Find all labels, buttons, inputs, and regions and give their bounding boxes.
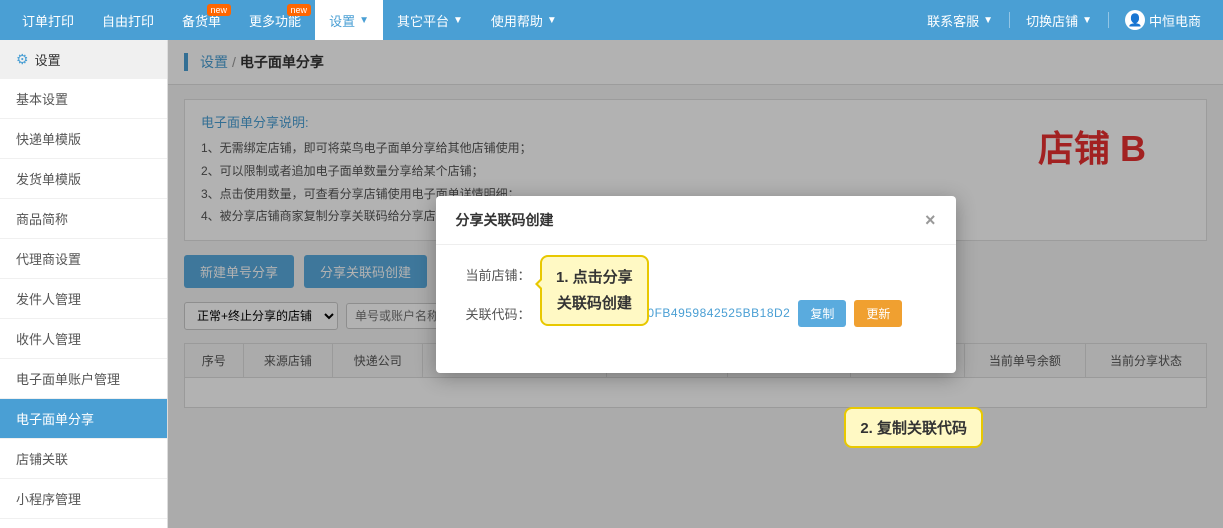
nav-service[interactable]: 联系客服 ▼: [913, 0, 1007, 40]
settings-chevron-icon: ▼: [359, 15, 369, 26]
service-chevron-icon: ▼: [983, 15, 993, 26]
top-navigation: 订单打印 自由打印 备货单 new 更多功能 new 设置 ▼ 其它平台 ▼ 使…: [0, 0, 1223, 40]
sidebar-item-agent[interactable]: 代理商设置: [0, 239, 167, 279]
tooltip-step1: 1. 点击分享关联码创建: [540, 255, 649, 326]
sidebar-item-basic[interactable]: 基本设置: [0, 79, 167, 119]
nav-other-platforms[interactable]: 其它平台 ▼: [383, 0, 477, 40]
sidebar-item-electronic-account[interactable]: 电子面单账户管理: [0, 359, 167, 399]
switch-chevron-icon: ▼: [1082, 15, 1092, 26]
backup-badge: new: [207, 4, 232, 16]
nav-free-print[interactable]: 自由打印: [88, 0, 168, 40]
nav-backup[interactable]: 备货单 new: [168, 0, 235, 40]
sidebar-item-sender[interactable]: 发件人管理: [0, 279, 167, 319]
content-area: 设置 / 电子面单分享 电子面单分享说明: 1、无需绑定店铺，即可将菜鸟电子面单…: [168, 40, 1223, 528]
sidebar-item-mini-program[interactable]: 小程序管理: [0, 479, 167, 519]
gear-icon: ⚙: [16, 51, 29, 68]
sidebar-item-express-template[interactable]: 快递单模版: [0, 119, 167, 159]
nav-divider-1: [1009, 12, 1010, 28]
nav-help[interactable]: 使用帮助 ▼: [477, 0, 571, 40]
modal-body: 当前店铺： 中恒电商 关联代码： 9F59AADC7787B0FB4959842…: [436, 245, 956, 373]
sidebar-item-goods-nickname[interactable]: 商品简称: [0, 199, 167, 239]
other-chevron-icon: ▼: [453, 15, 463, 26]
sidebar: ⚙ 设置 基本设置 快递单模版 发货单模版 商品简称 代理商设置 发件人管理 收…: [0, 40, 168, 528]
modal-code-field: 关联代码： 9F59AADC7787B0FB4959842525BB18D2 复…: [466, 300, 926, 327]
more-badge: new: [287, 4, 312, 16]
sidebar-header: ⚙ 设置: [0, 40, 167, 79]
modal-header: 分享关联码创建 ×: [436, 196, 956, 245]
sidebar-item-electronic-share[interactable]: 电子面单分享: [0, 399, 167, 439]
main-layout: ⚙ 设置 基本设置 快递单模版 发货单模版 商品简称 代理商设置 发件人管理 收…: [0, 40, 1223, 528]
nav-more[interactable]: 更多功能 new: [235, 0, 315, 40]
sidebar-item-receiver[interactable]: 收件人管理: [0, 319, 167, 359]
user-icon: 👤: [1125, 10, 1145, 30]
modal-title: 分享关联码创建: [456, 210, 554, 230]
nav-divider-2: [1108, 12, 1109, 28]
modal-close-button[interactable]: ×: [925, 211, 936, 229]
sidebar-item-store-link[interactable]: 店铺关联: [0, 439, 167, 479]
nav-order-print[interactable]: 订单打印: [8, 0, 88, 40]
modal-code-label: 关联代码：: [466, 304, 546, 323]
nav-switch-store[interactable]: 切换店铺 ▼: [1012, 0, 1106, 40]
help-chevron-icon: ▼: [547, 15, 557, 26]
nav-settings[interactable]: 设置 ▼: [315, 0, 383, 40]
refresh-button[interactable]: 更新: [854, 300, 902, 327]
nav-user[interactable]: 👤 中恒电商: [1111, 0, 1215, 40]
top-nav-right: 联系客服 ▼ 切换店铺 ▼ 👤 中恒电商: [913, 0, 1215, 40]
sidebar-item-delivery-template[interactable]: 发货单模版: [0, 159, 167, 199]
modal-dialog: 分享关联码创建 × 当前店铺： 中恒电商 关联代码： 9F59AADC7787B…: [436, 196, 956, 373]
tooltip-step2: 2. 复制关联代码: [844, 407, 983, 448]
modal-overlay: 分享关联码创建 × 当前店铺： 中恒电商 关联代码： 9F59AADC7787B…: [168, 40, 1223, 528]
copy-button[interactable]: 复制: [798, 300, 846, 327]
